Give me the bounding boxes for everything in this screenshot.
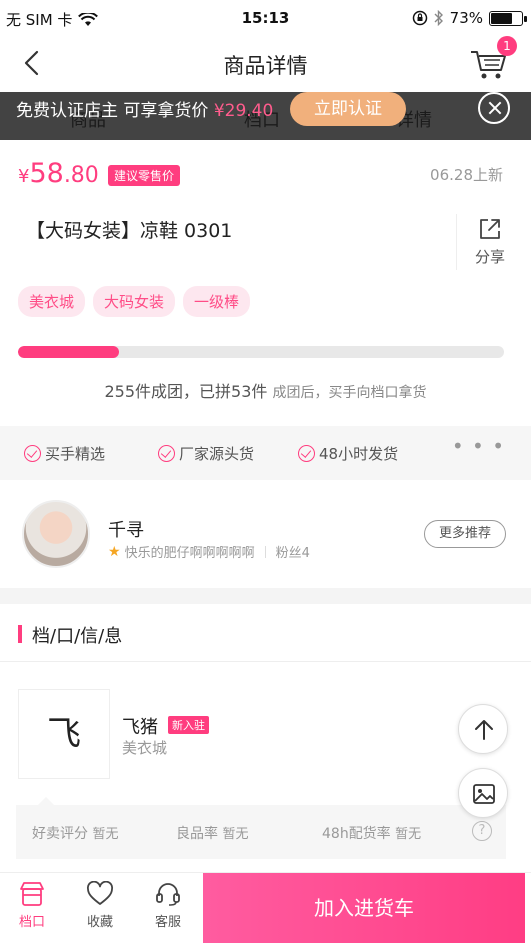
nav-bar: 商品详情 1	[0, 36, 531, 92]
listing-date: 06.28上新	[430, 166, 503, 184]
stall-city: 美衣城	[122, 739, 168, 757]
promo-price: ¥29.40	[213, 101, 274, 121]
rating-item: 良品率 暂无	[176, 826, 249, 842]
group-buy-progress-text: 255件成团，已拼53件 成团后，买手向档口拿货	[104, 382, 427, 401]
stall-ratings: 好卖评分 暂无 良品率 暂无 48h配货率 暂无 ?	[16, 797, 506, 859]
tab-customer-service[interactable]: 客服	[138, 881, 198, 930]
page-title: 商品详情	[223, 54, 308, 78]
fans-count: 粉丝4	[275, 546, 310, 561]
image-gallery-button[interactable]	[458, 768, 508, 818]
check-circle-icon	[298, 445, 315, 462]
buyer-motto: 快乐的肥仔啊啊啊啊啊	[124, 546, 255, 561]
buyer-name: 千寻	[108, 520, 144, 541]
feature-item: 48小时发货	[298, 443, 398, 464]
close-promo-icon[interactable]	[478, 92, 510, 124]
more-dots-icon[interactable]: • • •	[452, 434, 505, 458]
promo-text: 免费认证店主 可享拿货价	[16, 101, 209, 121]
divider	[264, 545, 266, 558]
section-gap	[0, 588, 531, 604]
rating-item: 48h配货率 暂无	[322, 826, 422, 842]
battery-percent: 73%	[449, 9, 483, 27]
stall-card: 飞 飞猪 新入驻 美衣城 好卖评分 暂无 良品率 暂无 48h配货率 暂无 ?	[0, 663, 531, 863]
more-recommendations-button[interactable]: 更多推荐	[424, 520, 506, 548]
buyer-card: 千寻 ★ 快乐的肥仔啊啊啊啊啊 粉丝4 更多推荐	[0, 480, 531, 588]
scroll-to-top-button[interactable]	[458, 704, 508, 754]
tag-chip[interactable]: 大码女装	[93, 286, 176, 317]
add-to-purchase-cart-button[interactable]: 加入进货车	[203, 873, 525, 943]
tag-chip[interactable]: 美衣城	[18, 286, 86, 317]
status-bar: 无 SIM 卡 15:13 73%	[0, 0, 531, 36]
rating-item: 好卖评分 暂无	[32, 826, 119, 842]
group-buy-progress-bar	[18, 346, 504, 358]
bottom-action-bar: 档口 收藏 客服 加入进货车	[0, 872, 531, 944]
check-circle-icon	[24, 445, 41, 462]
image-icon	[473, 784, 495, 804]
price-row: ¥58.80 建议零售价 06.28上新	[0, 140, 531, 204]
check-circle-icon	[158, 445, 175, 462]
product-title: 【大码女装】凉鞋 0301	[26, 220, 233, 242]
stall-logo[interactable]: 飞	[18, 689, 110, 779]
share-label: 分享	[475, 248, 506, 266]
tag-chip[interactable]: 一级棒	[183, 286, 251, 317]
product-tags: 美衣城 大码女装 一级棒	[18, 286, 251, 317]
product-title-row: 【大码女装】凉鞋 0301 分享	[0, 204, 531, 274]
help-icon[interactable]: ?	[472, 821, 492, 841]
feature-item: 厂家源头货	[158, 443, 254, 464]
feature-item: 买手精选	[24, 443, 105, 464]
tab-stall-shop[interactable]: 档口	[2, 881, 62, 930]
headset-icon	[156, 883, 180, 906]
certify-now-button[interactable]: 立即认证	[290, 92, 406, 126]
cart-count-badge: 1	[497, 36, 517, 56]
section-title: 档/口/信/息	[32, 626, 123, 647]
heart-icon	[87, 881, 113, 905]
new-stall-badge: 新入驻	[168, 716, 209, 734]
battery-icon	[489, 10, 527, 26]
section-accent-bar	[18, 625, 22, 643]
feature-strip[interactable]: 买手精选 厂家源头货 48小时发货 • • •	[0, 426, 531, 480]
suggested-retail-tag: 建议零售价	[108, 165, 181, 186]
shop-icon	[20, 882, 44, 906]
tab-favorite[interactable]: 收藏	[70, 881, 130, 930]
bluetooth-icon	[434, 10, 443, 26]
certification-promo-banner: 免费认证店主 可享拿货价 ¥29.40 立即认证	[0, 92, 531, 140]
stall-name[interactable]: 飞猪	[122, 713, 158, 739]
product-price: ¥58.80	[18, 158, 99, 189]
rotation-lock-icon	[412, 10, 427, 26]
arrow-up-icon	[475, 720, 493, 740]
share-icon	[480, 219, 500, 239]
share-button[interactable]: 分享	[456, 214, 528, 270]
stall-info-header: 档/口/信/息	[0, 604, 531, 662]
avatar[interactable]	[22, 500, 90, 568]
star-icon: ★	[108, 543, 121, 560]
